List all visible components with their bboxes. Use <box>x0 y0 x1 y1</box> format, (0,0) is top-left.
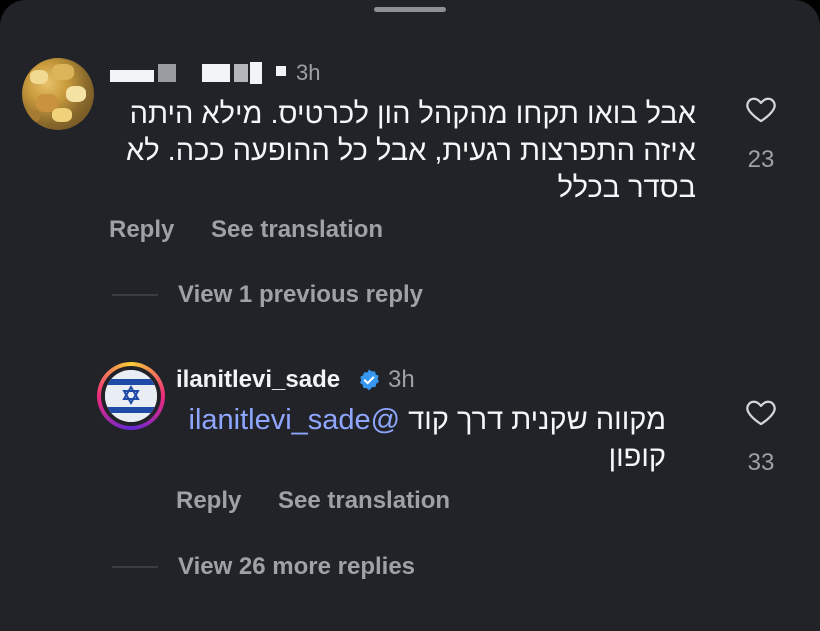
comment-text-segment: מקווה שקנית דרך קוד <box>400 404 666 436</box>
view-previous-replies-button[interactable]: View 1 previous reply <box>178 281 423 309</box>
heart-outline-icon[interactable] <box>744 395 778 429</box>
comment-text: אבל בואו תקחו מהקהל הון לכרטיס. מילא הית… <box>100 96 696 207</box>
see-translation-button[interactable]: See translation <box>211 216 383 244</box>
comment-text-line: אבל בואו תקחו מהקהל הון לכרטיס. מילא הית… <box>129 98 696 130</box>
avatar[interactable] <box>22 58 94 130</box>
thread-divider <box>112 566 158 568</box>
comment-timestamp: 3h <box>388 366 415 393</box>
comment-text-line: בסדר בכלל <box>557 172 696 204</box>
comment-text-line: איזה התפרצות רגעית, אבל כל ההופעה ככה. ל… <box>126 135 696 167</box>
comment-text-line: מקווה שקנית דרך קוד @ilanitlevi_sade <box>140 402 667 439</box>
comment-text-line: קופון <box>608 441 666 473</box>
comments-sheet: 3h אבל בואו תקחו מהקהל הון לכרטיס. מילא … <box>0 0 820 631</box>
like-count: 33 <box>747 449 775 476</box>
username[interactable]: ilanitlevi_sade <box>176 366 340 394</box>
mention-link[interactable]: @ilanitlevi_sade <box>189 404 401 436</box>
like-count: 23 <box>747 146 775 173</box>
comment-text: מקווה שקנית דרך קוד @ilanitlevi_sade קופ… <box>140 402 667 476</box>
view-more-replies-button[interactable]: View 26 more replies <box>178 553 415 581</box>
thread-divider <box>112 294 158 296</box>
reply-button[interactable]: Reply <box>109 216 174 244</box>
heart-outline-icon[interactable] <box>744 92 778 126</box>
see-translation-button[interactable]: See translation <box>278 487 450 515</box>
reply-button[interactable]: Reply <box>176 487 241 515</box>
comment-timestamp: 3h <box>296 60 321 85</box>
verified-badge-icon <box>360 369 379 391</box>
drag-handle[interactable] <box>374 7 446 12</box>
